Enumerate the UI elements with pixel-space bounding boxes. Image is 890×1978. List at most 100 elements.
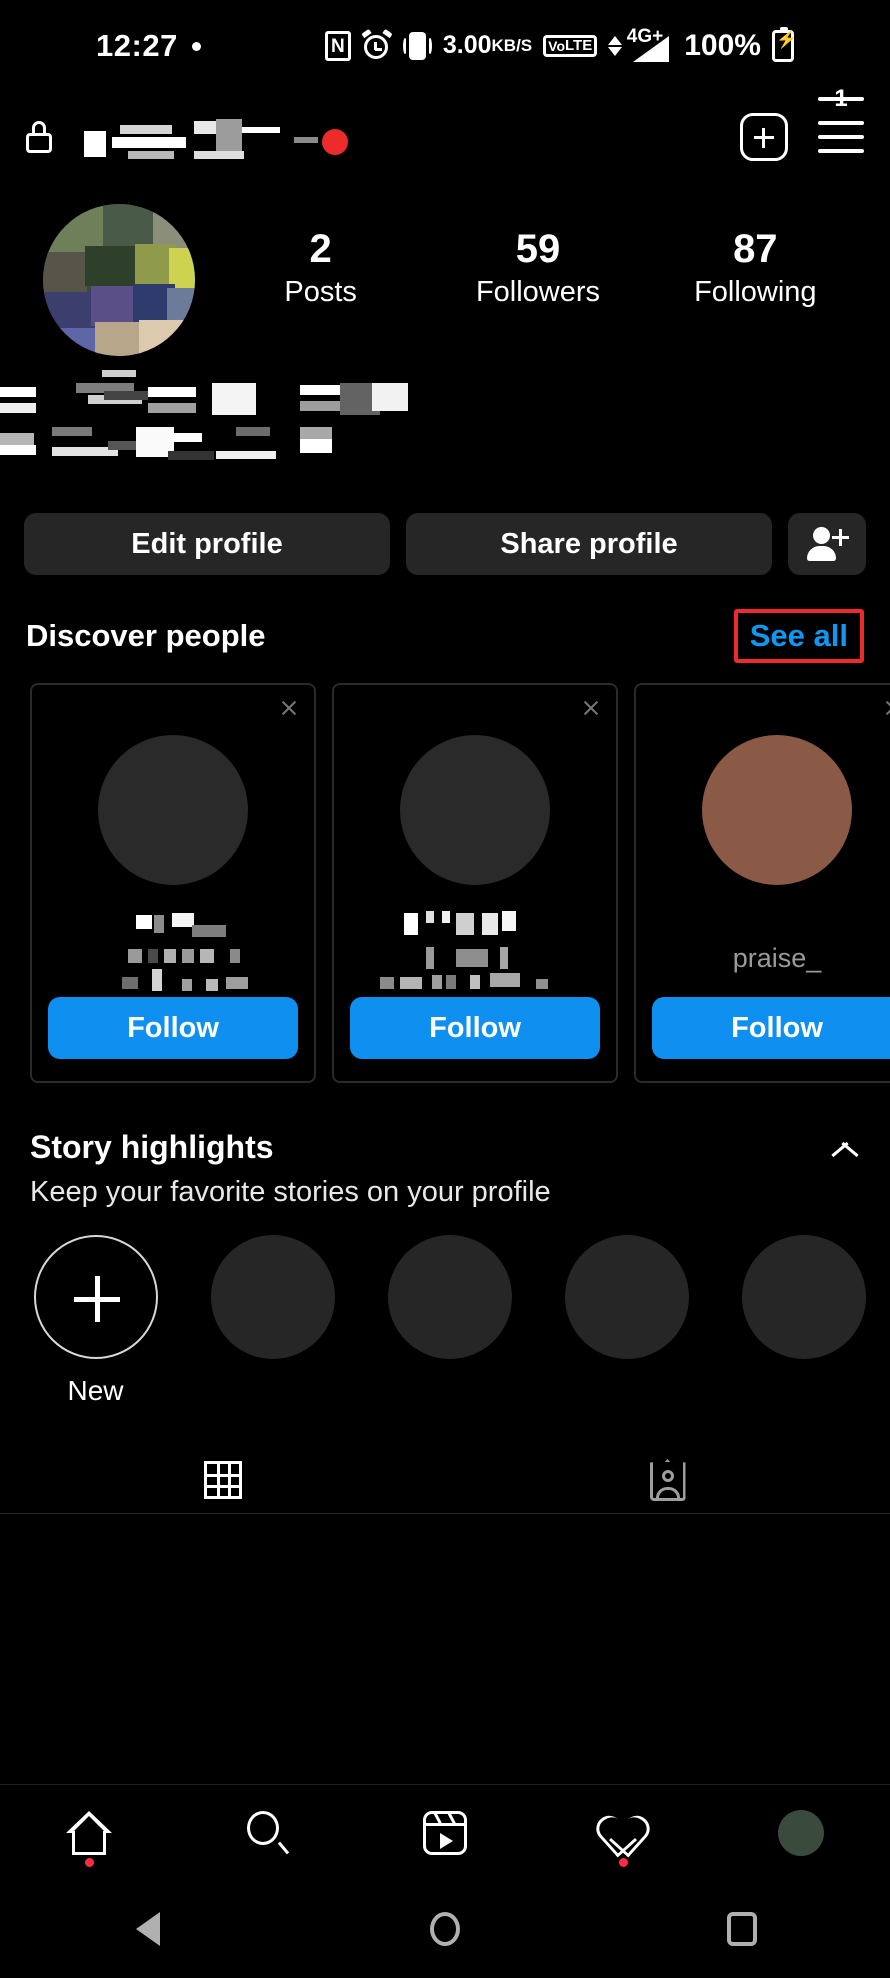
bottom-navigation xyxy=(0,1784,890,1880)
story-highlights-header: Story highlights Keep your favorite stor… xyxy=(0,1083,890,1209)
follow-button[interactable]: Follow xyxy=(48,997,298,1059)
plus-icon[interactable] xyxy=(33,1235,158,1359)
nfc-icon: N xyxy=(324,31,351,61)
discover-card-avatar[interactable] xyxy=(400,735,550,885)
alarm-icon xyxy=(361,28,393,61)
back-triangle-icon xyxy=(136,1912,161,1946)
share-profile-button[interactable]: Share profile xyxy=(406,513,772,575)
status-bar-dot xyxy=(191,41,201,51)
tagged-tab[interactable] xyxy=(445,1447,890,1513)
profile-action-buttons: Edit profile Share profile xyxy=(0,487,890,575)
status-bar-icons: N 3.00 KB/S Vo LTE 4G+ 100% xyxy=(324,26,797,63)
followers-count: 59 xyxy=(515,227,561,271)
follow-button[interactable]: Follow xyxy=(350,997,600,1059)
add-person-button[interactable] xyxy=(788,513,866,575)
reels-icon xyxy=(423,1810,467,1855)
hamburger-menu-icon[interactable]: 1 xyxy=(818,85,864,155)
data-speed-value: 3.00 xyxy=(442,31,492,60)
profile-avatar[interactable] xyxy=(43,204,195,356)
profile-bio-redacted xyxy=(0,377,890,487)
grid-icon xyxy=(203,1461,242,1499)
story-highlights-title: Story highlights xyxy=(30,1129,274,1165)
nav-activity[interactable] xyxy=(534,1785,712,1881)
stat-followers[interactable]: 59 Followers xyxy=(429,226,646,309)
following-label: Following xyxy=(694,276,817,308)
discover-card-avatar[interactable] xyxy=(702,735,852,885)
username-redacted[interactable] xyxy=(66,117,396,159)
volte-top: Vo xyxy=(548,37,565,54)
following-count: 87 xyxy=(733,227,778,271)
posts-count: 2 xyxy=(309,227,332,271)
discover-card[interactable]: Follow xyxy=(30,683,316,1083)
data-speed-unit: KB/S xyxy=(491,35,533,55)
nav-home[interactable] xyxy=(0,1785,178,1881)
discover-card[interactable]: Follow xyxy=(332,683,618,1083)
tagged-person-icon xyxy=(649,1459,686,1501)
menu-badge-count: 1 xyxy=(818,85,864,112)
data-transfer-arrows-icon xyxy=(608,36,623,56)
discover-card-name-redacted xyxy=(350,907,600,997)
avatar-name-redacted xyxy=(102,370,136,377)
highlight-placeholder[interactable] xyxy=(728,1235,879,1407)
activity-notification-dot xyxy=(618,1857,628,1867)
android-home-button[interactable] xyxy=(297,1912,594,1946)
status-bar-time: 12:27 xyxy=(96,28,178,63)
data-speed-icon: 3.00 KB/S xyxy=(442,31,533,60)
discover-people-carousel[interactable]: Follow Follow praise_ Follow xyxy=(0,663,890,1083)
volte-icon: Vo LTE xyxy=(543,35,598,57)
followers-label: Followers xyxy=(475,276,601,308)
highlight-new[interactable]: New xyxy=(20,1235,171,1407)
profile-tabs xyxy=(0,1447,890,1514)
follow-button[interactable]: Follow xyxy=(652,997,890,1059)
see-all-link[interactable]: See all xyxy=(750,618,848,653)
home-icon xyxy=(66,1810,112,1855)
chevron-up-icon[interactable] xyxy=(830,1141,860,1159)
discover-people-header: Discover people See all xyxy=(0,575,890,663)
nav-profile[interactable] xyxy=(712,1785,890,1881)
home-notification-dot xyxy=(84,1857,94,1867)
signal-icon: 4G+ xyxy=(627,26,673,62)
discover-card-name: praise_ xyxy=(732,943,822,973)
vibrate-icon xyxy=(402,32,432,60)
nav-search[interactable] xyxy=(178,1785,356,1881)
close-icon[interactable] xyxy=(280,699,298,717)
android-recents-button[interactable] xyxy=(593,1912,890,1946)
volte-bottom: LTE xyxy=(565,37,593,55)
see-all-highlight-box: See all xyxy=(733,609,864,663)
app-bar-actions: 1 xyxy=(740,85,864,161)
plus-square-icon[interactable] xyxy=(740,113,788,161)
highlight-placeholder[interactable] xyxy=(374,1235,525,1407)
highlight-placeholder[interactable] xyxy=(551,1235,702,1407)
story-highlights-subtitle: Keep your favorite stories on your profi… xyxy=(30,1176,551,1208)
highlight-placeholder[interactable] xyxy=(197,1235,348,1407)
home-circle-icon xyxy=(430,1912,460,1946)
discover-card-name-redacted xyxy=(48,907,298,997)
app-bar: 1 xyxy=(0,85,890,182)
status-bar: 12:27 N 3.00 KB/S Vo LTE 4G+ 100% xyxy=(0,0,890,92)
discover-card[interactable]: praise_ Follow xyxy=(634,683,890,1083)
close-icon[interactable] xyxy=(884,699,890,717)
instagram-profile-screen: 12:27 N 3.00 KB/S Vo LTE 4G+ 100% ⚡ 1 2 … xyxy=(0,0,890,1978)
posts-label: Posts xyxy=(284,276,357,308)
close-icon[interactable] xyxy=(582,699,600,717)
stat-posts[interactable]: 2 Posts xyxy=(212,226,429,309)
stat-following[interactable]: 87 Following xyxy=(647,226,864,309)
nav-reels[interactable] xyxy=(356,1785,534,1881)
story-highlights-row[interactable]: New xyxy=(0,1209,890,1407)
android-back-button[interactable] xyxy=(0,1912,297,1946)
profile-header: 2 Posts 59 Followers 87 Following xyxy=(0,182,890,377)
battery-charging-icon xyxy=(771,27,797,62)
grid-tab[interactable] xyxy=(0,1447,445,1513)
profile-stats: 2 Posts 59 Followers 87 Following xyxy=(212,204,864,309)
heart-icon xyxy=(600,1812,646,1854)
lock-icon xyxy=(26,121,52,153)
profile-avatar-icon xyxy=(778,1809,824,1856)
battery-percent: 100% xyxy=(684,29,761,62)
android-navigation-bar xyxy=(0,1880,890,1978)
edit-profile-button[interactable]: Edit profile xyxy=(24,513,390,575)
avatar-container[interactable] xyxy=(26,204,212,377)
search-icon xyxy=(245,1810,290,1855)
recents-square-icon xyxy=(726,1912,757,1946)
discover-card-avatar[interactable] xyxy=(98,735,248,885)
discover-people-title: Discover people xyxy=(26,618,266,653)
